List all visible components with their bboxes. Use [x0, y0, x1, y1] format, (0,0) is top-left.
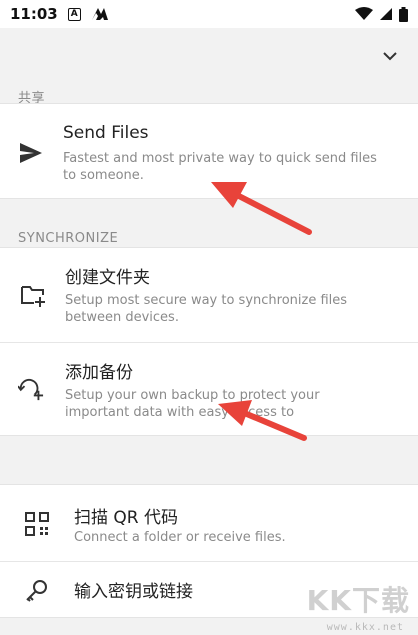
app-logo-icon [91, 8, 108, 20]
qr-code-icon [25, 512, 49, 536]
send-files-title: Send Files [63, 123, 149, 143]
top-bar [0, 28, 418, 84]
create-folder-description: Setup most secure way to synchronize fil… [65, 293, 348, 325]
battery-icon [399, 6, 408, 22]
annotation-arrow [218, 400, 307, 441]
sync-card: 创建文件夹 Setup most secure way to synchroni… [0, 247, 418, 436]
status-time: 11:03 [10, 5, 58, 23]
signal-icon [380, 8, 392, 20]
scan-qr-description: Connect a folder or receive files. [74, 530, 286, 545]
folder-add-icon [21, 286, 45, 307]
scan-qr-title: 扫描 QR 代码 [74, 508, 179, 528]
enter-key-title: 输入密钥或链接 [74, 582, 193, 602]
backup-icon [18, 379, 44, 401]
key-icon [26, 580, 47, 602]
watermark-logo: KK下载 [306, 584, 410, 617]
add-backup-title: 添加备份 [65, 363, 133, 383]
watermark-url: www.kkx.net [326, 622, 404, 633]
status-bar: 11:03 A [0, 0, 418, 28]
wifi-icon [355, 7, 373, 20]
add-backup-item[interactable]: 添加备份 Setup your own backup to protect yo… [0, 343, 418, 436]
scan-qr-item[interactable]: 扫描 QR 代码 Connect a folder or receive fil… [0, 485, 418, 561]
create-folder-item[interactable]: 创建文件夹 Setup most secure way to synchroni… [0, 248, 418, 342]
create-folder-title: 创建文件夹 [65, 268, 150, 288]
annotation-arrow [211, 182, 312, 235]
chevron-down-icon[interactable] [380, 46, 400, 66]
a-notification-icon: A [67, 7, 81, 21]
send-icon [20, 143, 42, 163]
